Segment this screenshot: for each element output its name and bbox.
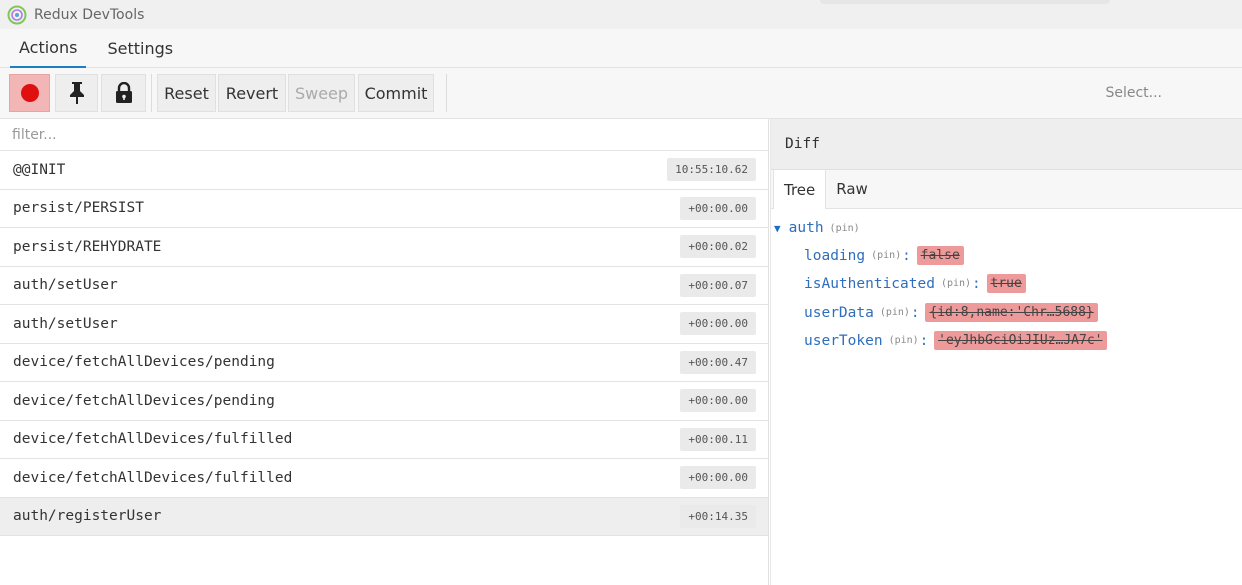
action-time: +00:00.47 — [680, 350, 756, 374]
action-time: +00:00.00 — [680, 389, 756, 413]
diff-panel: Diff Tree Raw ▼ auth (pin) loading (pin)… — [770, 119, 1242, 585]
pin-link[interactable]: (pin) — [830, 223, 860, 234]
key-separator: : — [902, 247, 911, 264]
main-tab-bar: Actions Settings — [0, 29, 1242, 68]
pin-icon — [69, 82, 84, 104]
action-item[interactable]: persist/PERSIST +00:00.00 — [0, 190, 768, 228]
action-time: +00:00.00 — [680, 312, 756, 336]
action-name: auth/setUser — [13, 315, 118, 332]
tree-entry: isAuthenticated (pin) : true — [804, 274, 1026, 293]
pin-link[interactable]: (pin) — [889, 335, 919, 346]
action-name: auth/registerUser — [13, 508, 162, 525]
title-bar-decoration — [820, 0, 1110, 4]
key-separator: : — [972, 275, 981, 292]
action-name: @@INIT — [13, 161, 66, 178]
action-time: +00:00.07 — [680, 273, 756, 297]
tree-key[interactable]: userData — [804, 305, 874, 321]
action-time: +00:00.02 — [680, 235, 756, 259]
title-bar: Redux DevTools — [0, 0, 1242, 29]
tree-key[interactable]: isAuthenticated — [804, 276, 935, 292]
tree-node-auth: ▼ auth (pin) — [774, 220, 860, 236]
action-name: device/fetchAllDevices/pending — [13, 392, 275, 409]
action-name: device/fetchAllDevices/fulfilled — [13, 431, 293, 448]
action-item[interactable]: device/fetchAllDevices/fulfilled +00:00.… — [0, 421, 768, 459]
record-icon — [20, 84, 39, 102]
tab-tree[interactable]: Tree — [773, 170, 827, 209]
action-item[interactable]: auth/setUser +00:00.00 — [0, 305, 768, 344]
diff-view-tabs: Tree Raw — [771, 170, 1242, 209]
action-time: +00:00.00 — [680, 196, 756, 220]
action-item[interactable]: @@INIT 10:55:10.62 — [0, 151, 768, 190]
action-name: persist/REHYDRATE — [13, 238, 162, 255]
toolbar-divider — [151, 74, 152, 112]
sweep-button[interactable]: Sweep — [288, 74, 355, 112]
pin-link[interactable]: (pin) — [880, 307, 910, 318]
tree-key[interactable]: userToken — [804, 333, 883, 349]
filter-input[interactable] — [12, 126, 712, 143]
tab-settings[interactable]: Settings — [98, 29, 182, 68]
tab-actions[interactable]: Actions — [10, 29, 87, 68]
action-item[interactable]: persist/REHYDRATE +00:00.02 — [0, 228, 768, 267]
reset-button[interactable]: Reset — [157, 74, 216, 112]
removed-value: false — [916, 246, 964, 265]
action-item[interactable]: device/fetchAllDevices/pending +00:00.47 — [0, 344, 768, 382]
action-item-selected[interactable]: auth/registerUser +00:14.35 — [0, 497, 768, 536]
pin-link[interactable]: (pin) — [941, 278, 971, 289]
commit-button[interactable]: Commit — [358, 74, 434, 112]
removed-value: true — [986, 274, 1026, 293]
lock-button[interactable] — [101, 74, 146, 112]
instance-select[interactable]: Select... — [446, 74, 1242, 112]
window-title: Redux DevTools — [34, 6, 145, 23]
key-separator: : — [910, 304, 920, 321]
revert-button[interactable]: Revert — [218, 74, 286, 112]
filter-bar — [0, 119, 768, 151]
action-item[interactable]: auth/setUser +00:00.07 — [0, 267, 768, 305]
action-time: 10:55:10.62 — [667, 158, 756, 182]
action-item[interactable]: device/fetchAllDevices/fulfilled +00:00.… — [0, 459, 768, 498]
lock-icon — [115, 82, 132, 103]
removed-value: 'eyJhbGciOiJIUz…JA7c' — [934, 331, 1107, 350]
tree-key[interactable]: auth — [789, 220, 824, 236]
action-name: device/fetchAllDevices/fulfilled — [13, 469, 293, 486]
removed-value: {id:8,name:'Chr…5688} — [925, 303, 1098, 322]
tree-entry: userToken (pin) : 'eyJhbGciOiJIUz…JA7c' — [804, 331, 1107, 350]
tree-key[interactable]: loading — [804, 248, 865, 264]
record-button[interactable] — [9, 74, 50, 112]
action-name: device/fetchAllDevices/pending — [13, 354, 275, 371]
diff-header: Diff — [771, 119, 1242, 170]
tree-entry: loading (pin) : false — [804, 246, 964, 265]
redux-devtools-logo-icon — [7, 5, 27, 25]
tab-raw[interactable]: Raw — [826, 170, 878, 208]
key-separator: : — [919, 332, 929, 349]
pin-link[interactable]: (pin) — [871, 250, 901, 261]
toolbar: Reset Revert Sweep Commit Select... — [0, 68, 1242, 119]
action-time: +00:00.00 — [680, 466, 756, 490]
tree-entry: userData (pin) : {id:8,name:'Chr…5688} — [804, 303, 1098, 322]
action-time: +00:00.11 — [680, 427, 756, 451]
action-item[interactable]: device/fetchAllDevices/pending +00:00.00 — [0, 382, 768, 421]
pin-button[interactable] — [55, 74, 98, 112]
expand-arrow-icon[interactable]: ▼ — [774, 222, 781, 235]
action-list-panel: @@INIT 10:55:10.62 persist/PERSIST +00:0… — [0, 119, 769, 585]
action-name: auth/setUser — [13, 277, 118, 294]
action-name: persist/PERSIST — [13, 200, 144, 217]
action-time: +00:14.35 — [680, 504, 756, 528]
